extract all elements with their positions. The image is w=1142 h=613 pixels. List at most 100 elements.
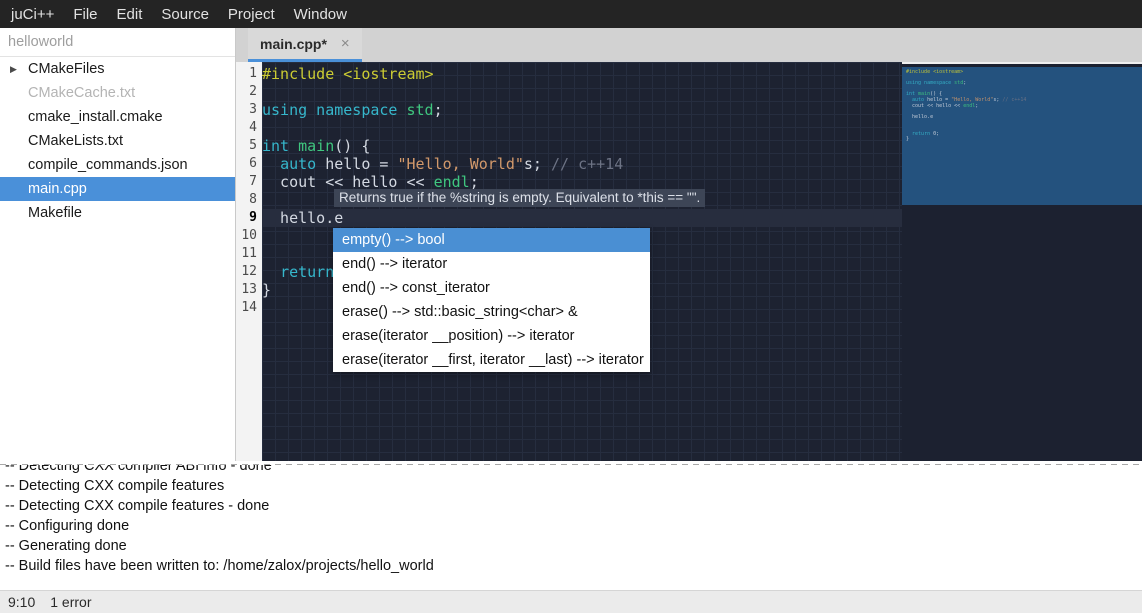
menu-item-edit[interactable]: Edit [114,6,146,23]
tab-main-cpp[interactable]: main.cpp* × [248,28,362,62]
code-token: auto [280,155,316,173]
output-line: -- Detecting CXX compile features - done [0,496,1142,516]
code-token: hello.e [906,114,933,120]
code-token: ; [975,103,978,109]
completion-item[interactable]: erase(iterator __first, iterator __last)… [333,348,650,372]
code-token: #include <iostream> [906,69,963,75]
code-line[interactable]: auto hello = "Hello, World"s; // c++14 [262,155,902,173]
error-count: 1 error [50,594,91,610]
code-token: std [954,80,963,86]
code-token: using namespace [262,101,407,119]
sidebar-item-label: compile_commands.json [28,157,188,173]
code-token: // c++14 [1002,97,1026,103]
sidebar-item-cmake-install-cmake[interactable]: cmake_install.cmake [0,105,235,129]
code-token [262,155,280,173]
sidebar-item-main-cpp[interactable]: main.cpp [0,177,235,201]
completion-item[interactable]: end() --> const_iterator [333,276,650,300]
sidebar-item-cmakecache-txt[interactable]: CMakeCache.txt [0,81,235,105]
pane-splitter-handle[interactable] [0,461,1142,465]
cursor-position: 9:10 [8,594,35,610]
output-line: -- Configuring done [0,516,1142,536]
menu-item-source[interactable]: Source [158,6,212,23]
code-token: using namespace [906,80,954,86]
line-number: 14 [236,299,262,317]
juci-window: juCi++ File Edit Source Project Window hellow… [0,0,1142,613]
code-token: hello.e [262,209,343,227]
menu-item-window[interactable]: Window [291,6,350,23]
code-line[interactable]: int main() { [262,137,902,155]
line-number-gutter: 1234567891011121314 [236,62,262,461]
menu-item-juci[interactable]: juCi++ [8,6,57,23]
code-token: endl [963,103,975,109]
sidebar-item-compile-commands-json[interactable]: compile_commands.json [0,153,235,177]
code-token: main [298,137,334,155]
code-token: int [262,137,298,155]
sidebar-item-label: cmake_install.cmake [28,109,163,125]
line-number: 13 [236,281,262,299]
code-token: #include <iostream> [262,65,434,83]
code-line[interactable] [262,83,902,101]
sidebar-item-label: CMakeCache.txt [28,85,135,101]
line-number: 2 [236,83,262,101]
minimap-code: #include <iostream>using namespace std;i… [906,70,1026,148]
code-editor[interactable]: 1234567891011121314 #include <iostream>u… [236,62,1142,461]
sidebar-item-cmakelists-txt[interactable]: CMakeLists.txt [0,129,235,153]
build-output-lines: -- Detecting CXX compiler ABI info - don… [0,465,1142,576]
completion-item[interactable]: erase(iterator __position) --> iterator [333,324,650,348]
sidebar-item-label: main.cpp [28,181,87,197]
completion-popup: empty() --> boolend() --> iteratorend() … [333,228,650,372]
completion-item[interactable]: empty() --> bool [333,228,650,252]
code-token: // c++14 [551,155,623,173]
tab-close-icon[interactable]: × [341,36,350,51]
line-number: 5 [236,137,262,155]
code-token: } [906,136,909,142]
sidebar-item-cmakefiles[interactable]: ▶ CMakeFiles [0,57,235,81]
build-output-panel[interactable]: -- Detecting CXX compiler ABI info - don… [0,465,1142,590]
output-line: -- Detecting CXX compiler ABI info - don… [0,465,1142,476]
code-token: ; [434,101,443,119]
code-line[interactable]: hello.e [262,209,902,227]
expander-triangle-icon[interactable]: ▶ [10,57,17,81]
project-name: helloworld [0,28,235,57]
code-token: () { [334,137,370,155]
file-tree-panel[interactable]: helloworld ▶ CMakeFiles CMakeCache.txt cmak… [0,28,236,464]
code-line[interactable]: #include <iostream> [262,65,902,83]
tab-bar: main.cpp* × [236,28,1142,62]
minimap-line [906,143,1026,149]
line-number: 8 [236,191,262,209]
code-token: 0; [930,131,939,137]
line-number: 4 [236,119,262,137]
code-token: s; [524,155,551,173]
code-token: hello = [316,155,397,173]
output-line: -- Generating done [0,536,1142,556]
code-token: "Hello, World" [397,155,523,173]
line-number: 11 [236,245,262,263]
line-number: 7 [236,173,262,191]
line-number: 10 [236,227,262,245]
status-bar: 9:10 1 error [0,590,1142,613]
code-token [262,263,280,281]
completion-item[interactable]: erase() --> std::basic_string<char> & [333,300,650,324]
doc-tooltip: Returns true if the %string is empty. Eq… [334,189,705,207]
menu-bar: juCi++ File Edit Source Project Window [0,0,1142,28]
sidebar-item-label: Makefile [28,205,82,221]
code-token: return [912,131,930,137]
line-number: 1 [236,65,262,83]
code-line[interactable]: using namespace std; [262,101,902,119]
tab-label: main.cpp* [260,36,327,52]
code-token: } [262,281,271,299]
menu-item-file[interactable]: File [70,6,100,23]
code-token: cout << hello << [906,103,963,109]
code-token: s; [993,97,1002,103]
minimap[interactable]: #include <iostream>using namespace std;i… [902,62,1142,461]
sidebar-item-makefile[interactable]: Makefile [0,201,235,225]
line-number: 6 [236,155,262,173]
code-line[interactable] [262,119,902,137]
output-line: -- Detecting CXX compile features [0,476,1142,496]
sidebar-item-label: CMakeLists.txt [28,133,123,149]
code-token: std [407,101,434,119]
sidebar-item-label: CMakeFiles [28,61,105,77]
completion-item[interactable]: end() --> iterator [333,252,650,276]
menu-item-project[interactable]: Project [225,6,278,23]
line-number: 12 [236,263,262,281]
